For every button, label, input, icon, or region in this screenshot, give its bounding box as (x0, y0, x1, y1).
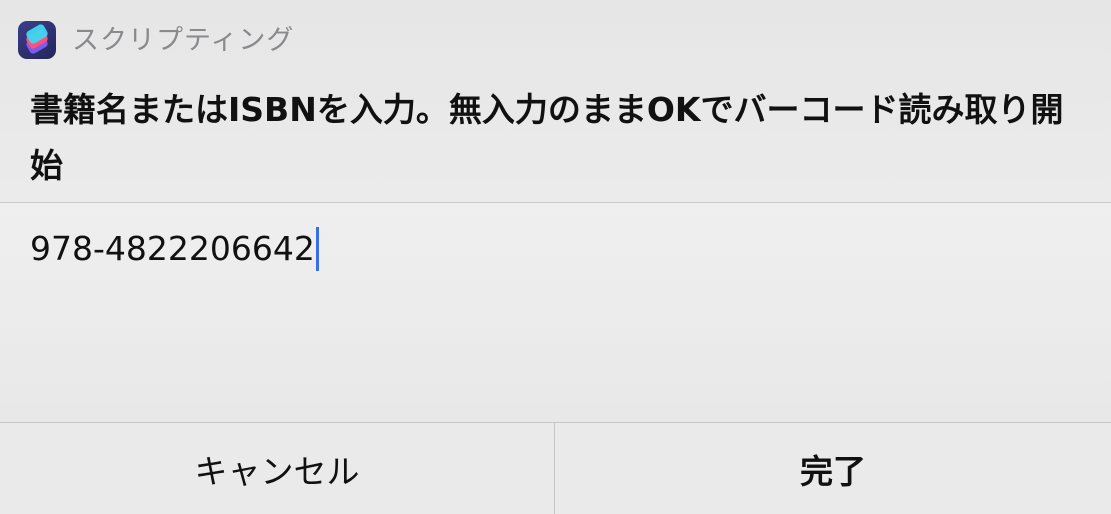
dialog-header: スクリプティング (0, 0, 1111, 60)
input-field[interactable]: 978-4822206642 (30, 227, 319, 271)
text-caret (315, 227, 319, 271)
prompt-message: 書籍名またはISBNを入力。無入力のままOKでバーコード読み取り開始 (30, 90, 1064, 185)
done-button[interactable]: 完了 (555, 423, 1111, 514)
input-value: 978-4822206642 (30, 229, 315, 268)
cancel-button[interactable]: キャンセル (0, 423, 554, 514)
button-bar: キャンセル 完了 (0, 423, 1111, 514)
app-name: スクリプティング (72, 25, 295, 56)
shortcuts-app-icon (18, 21, 56, 59)
text-input-area[interactable]: 978-4822206642 (0, 203, 1111, 422)
alert-dialog: スクリプティング 書籍名またはISBNを入力。無入力のままOKでバーコード読み取… (0, 0, 1111, 514)
